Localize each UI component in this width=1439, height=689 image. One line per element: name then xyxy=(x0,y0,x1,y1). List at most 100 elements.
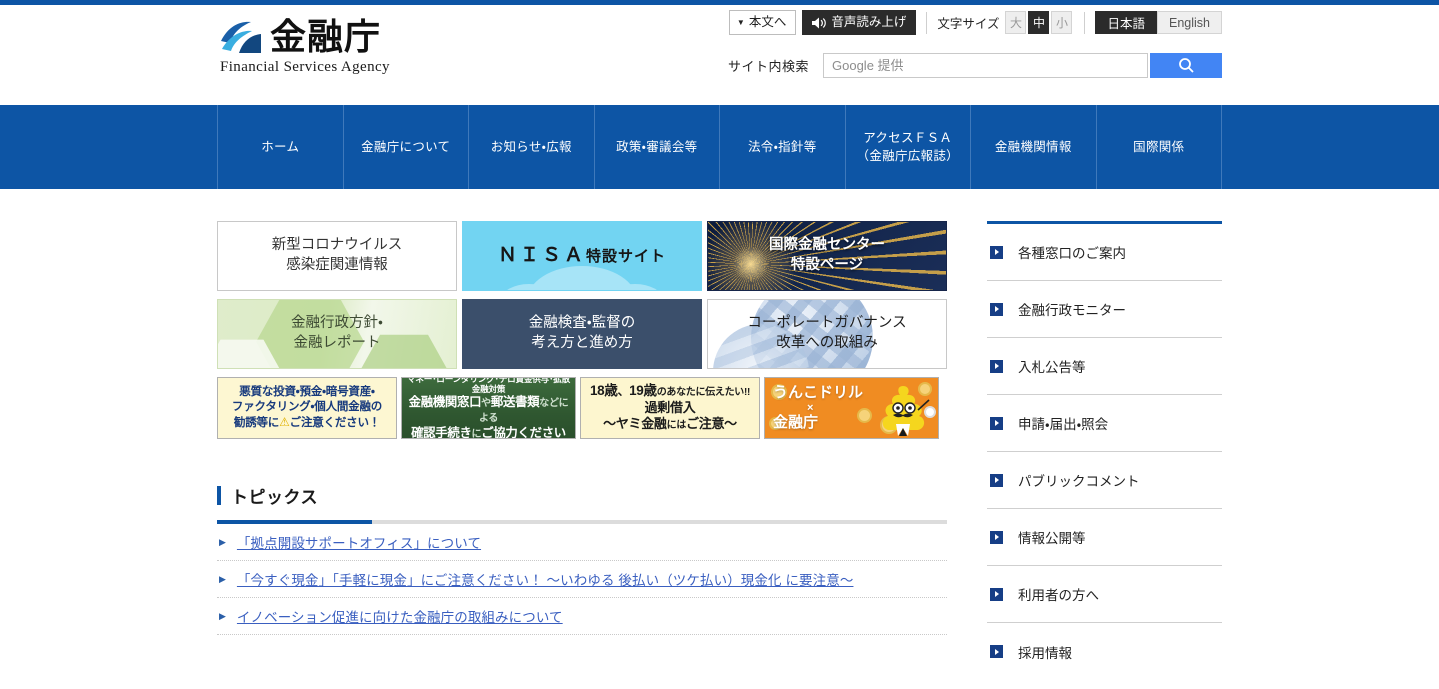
font-size-label: 文字サイズ xyxy=(937,17,1000,31)
banner-line2: 特設ページ xyxy=(790,257,864,273)
banner-financial-policy-report[interactable]: 金融行政方針・ 金融レポート xyxy=(217,299,457,369)
nav-sublabel: （金融庁広報誌） xyxy=(856,149,959,163)
sidebar-item-bid-announcements[interactable]: 入札公告等 xyxy=(987,338,1222,395)
banner-line1: ＮＩＳＡ xyxy=(497,245,586,267)
speaker-icon xyxy=(812,17,827,28)
search-input[interactable] xyxy=(823,53,1148,78)
topic-link[interactable]: 「拠点開設サポートオフィス」について xyxy=(237,532,481,552)
banner-line3c: ご注意〜 xyxy=(686,416,737,432)
banner-covid19[interactable]: 新型コロナウイルス 感染症関連情報 xyxy=(217,221,457,291)
site-search: サイト内検索 xyxy=(728,53,1222,78)
topics-section: トピックス ▶ 「拠点開設サポートオフィス」について ▶ 「今すぐ現金」「手軽に… xyxy=(217,483,947,635)
banner-line1: 金融行政方針・ xyxy=(291,315,383,332)
banner-line2c: 郵送書類 xyxy=(490,394,540,409)
sidebar-item-administration-monitor[interactable]: 金融行政モニター xyxy=(987,281,1222,338)
nav-item-international[interactable]: 国際関係 xyxy=(1095,105,1222,189)
lang-japanese-button[interactable]: 日本語 xyxy=(1095,11,1157,34)
banner-line2: ファクタリング・個人間金融の xyxy=(231,400,383,413)
sidebar-item-label: 金融行政モニター xyxy=(1018,303,1126,318)
nav-item-laws[interactable]: 法令・指針等 xyxy=(719,105,845,189)
topic-list-item[interactable]: ▶ イノベーション促進に向けた金融庁の取組みについて xyxy=(217,598,947,635)
banner-line2: 金融庁 xyxy=(773,414,819,432)
arrow-right-icon xyxy=(990,416,1003,430)
banner-unko-drill-fsa[interactable]: うんこドリル × 金融庁 xyxy=(764,377,939,439)
page-body: 新型コロナウイルス 感染症関連情報 ＮＩＳＡ特設サイト 国際金融センター 特設ペ… xyxy=(217,189,1222,680)
sidebar-item-label: 利用者の方へ xyxy=(1018,588,1099,603)
nav-item-institutions[interactable]: 金融機関情報 xyxy=(970,105,1096,189)
banner-line3b: ご注意ください！ xyxy=(289,417,381,430)
banner-line1: うんこドリル xyxy=(773,384,864,402)
sidebar-item-for-users[interactable]: 利用者の方へ xyxy=(987,566,1222,623)
heading-accent-bar xyxy=(217,486,221,505)
topic-link[interactable]: イノベーション促進に向けた金融庁の取組みについて xyxy=(237,606,563,626)
speech-readout-button[interactable]: 音声読み上げ xyxy=(802,10,917,35)
banner-line3c: ご協力ください xyxy=(481,426,566,439)
banner-line1c: 19歳 xyxy=(629,383,657,399)
banner-line1: 金融検査・監督の xyxy=(528,315,636,332)
nav-label: 法令・指針等 xyxy=(747,139,817,154)
banner-line3a: 勧誘等に xyxy=(233,417,280,430)
banner-line2: 過剰借入 xyxy=(644,400,696,416)
banner-line1: 新型コロナウイルス xyxy=(271,237,403,254)
sidebar-item-public-comment[interactable]: パブリックコメント xyxy=(987,452,1222,509)
topic-list-item[interactable]: ▶ 「拠点開設サポートオフィス」について xyxy=(217,524,947,561)
topics-heading: トピックス xyxy=(217,483,947,508)
site-logo[interactable]: 金融庁 Financial Services Agency xyxy=(219,19,390,76)
sidebar: 各種窓口のご案内 金融行政モニター 入札公告等 申請・届出・照会 パブリックコメ… xyxy=(987,221,1222,680)
banner-line1d: のあなたに伝えたい!! xyxy=(656,387,751,399)
banner-line2b: や xyxy=(481,397,491,409)
topic-list-item[interactable]: ▶ 「今すぐ現金」「手軽に現金」にご注意ください！ 〜いわゆる 後払い（ツケ払い… xyxy=(217,561,947,598)
nav-label: 金融機関情報 xyxy=(994,139,1072,154)
banner-headline: マネー･ローンダリング･テロ資金供与･拡散金融対策 xyxy=(407,377,570,395)
arrow-right-icon xyxy=(990,587,1003,601)
banner-line1: 国際金融センター xyxy=(769,237,885,254)
lang-english-button[interactable]: English xyxy=(1157,11,1222,34)
logo-text-jp: 金融庁 xyxy=(270,17,382,58)
banner-line3b: には xyxy=(666,420,687,432)
banner-international-finance-center[interactable]: 国際金融センター 特設ページ xyxy=(707,221,947,291)
banner-nisa[interactable]: ＮＩＳＡ特設サイト xyxy=(462,221,702,291)
speech-readout-label: 音声読み上げ xyxy=(831,15,907,30)
sidebar-item-applications[interactable]: 申請・届出・照会 xyxy=(987,395,1222,452)
banner-line2: 感染症関連情報 xyxy=(286,257,388,273)
sidebar-item-label: 入札公告等 xyxy=(1018,360,1086,375)
nav-label: 国際関係 xyxy=(1133,139,1185,154)
nav-item-home[interactable]: ホーム xyxy=(217,105,343,189)
nav-item-policy[interactable]: 政策・審議会等 xyxy=(593,105,720,189)
bullet-triangle-icon: ▶ xyxy=(219,536,226,547)
arrow-right-icon xyxy=(990,245,1003,259)
banner-line1b: 、 xyxy=(617,384,630,399)
sidebar-item-recruitment[interactable]: 採用情報 xyxy=(987,623,1222,680)
banner-corporate-governance[interactable]: コーポレートガバナンス 改革への取組み xyxy=(707,299,947,369)
topics-divider xyxy=(217,520,947,524)
sidebar-item-information-disclosure[interactable]: 情報公開等 xyxy=(987,509,1222,566)
nav-label: ホーム xyxy=(261,139,300,154)
font-size-small-button[interactable]: 小 xyxy=(1051,11,1073,34)
sidebar-item-label: 情報公開等 xyxy=(1018,531,1086,546)
nav-item-access-fsa[interactable]: アクセスＦＳＡ （金融庁広報誌） xyxy=(844,105,971,189)
sidebar-item-contact-desks[interactable]: 各種窓口のご案内 xyxy=(987,224,1222,281)
arrow-right-icon xyxy=(990,473,1003,487)
search-submit-button[interactable] xyxy=(1150,53,1222,78)
banner-line3b: に xyxy=(471,429,482,439)
main-column: 新型コロナウイルス 感染症関連情報 ＮＩＳＡ特設サイト 国際金融センター 特設ペ… xyxy=(217,221,947,680)
jump-to-content-button[interactable]: ▼ 本文へ xyxy=(728,10,797,35)
banner-inspection-supervision[interactable]: 金融検査・監督の 考え方と進め方 xyxy=(462,299,702,369)
banner-investment-warning[interactable]: 悪質な投資・預金・暗号資産・ ファクタリング・個人間金融の 勧誘等に⚠ご注意くだ… xyxy=(217,377,397,439)
search-label: サイト内検索 xyxy=(727,59,809,74)
font-size-medium-button[interactable]: 中 xyxy=(1028,11,1050,34)
warning-triangle-icon: ⚠ xyxy=(279,415,290,430)
font-size-large-button[interactable]: 大 xyxy=(1005,11,1027,34)
banner-line2: 金融レポート xyxy=(293,335,381,351)
nav-item-about[interactable]: 金融庁について xyxy=(342,105,469,189)
search-icon xyxy=(1178,58,1194,73)
banner-young-adult-debt-warning[interactable]: 18歳、19歳のあなたに伝えたい!! 過剰借入 〜ヤミ金融にはご注意〜 xyxy=(580,377,760,439)
nav-item-news[interactable]: お知らせ・広報 xyxy=(468,105,594,189)
site-header: 金融庁 Financial Services Agency ▼ 本文へ 音声読み… xyxy=(0,5,1439,105)
topic-link[interactable]: 「今すぐ現金」「手軽に現金」にご注意ください！ 〜いわゆる 後払い（ツケ払い）現… xyxy=(237,569,854,589)
feature-banner-grid: 新型コロナウイルス 感染症関連情報 ＮＩＳＡ特設サイト 国際金融センター 特設ペ… xyxy=(217,221,947,369)
banner-line2: 改革への取組み xyxy=(776,335,878,351)
bullet-triangle-icon: ▶ xyxy=(219,610,226,621)
banner-aml-cft[interactable]: マネー･ローンダリング･テロ資金供与･拡散金融対策 金融機関窓口や郵送書類などに… xyxy=(401,377,576,439)
arrow-right-icon xyxy=(990,302,1003,316)
